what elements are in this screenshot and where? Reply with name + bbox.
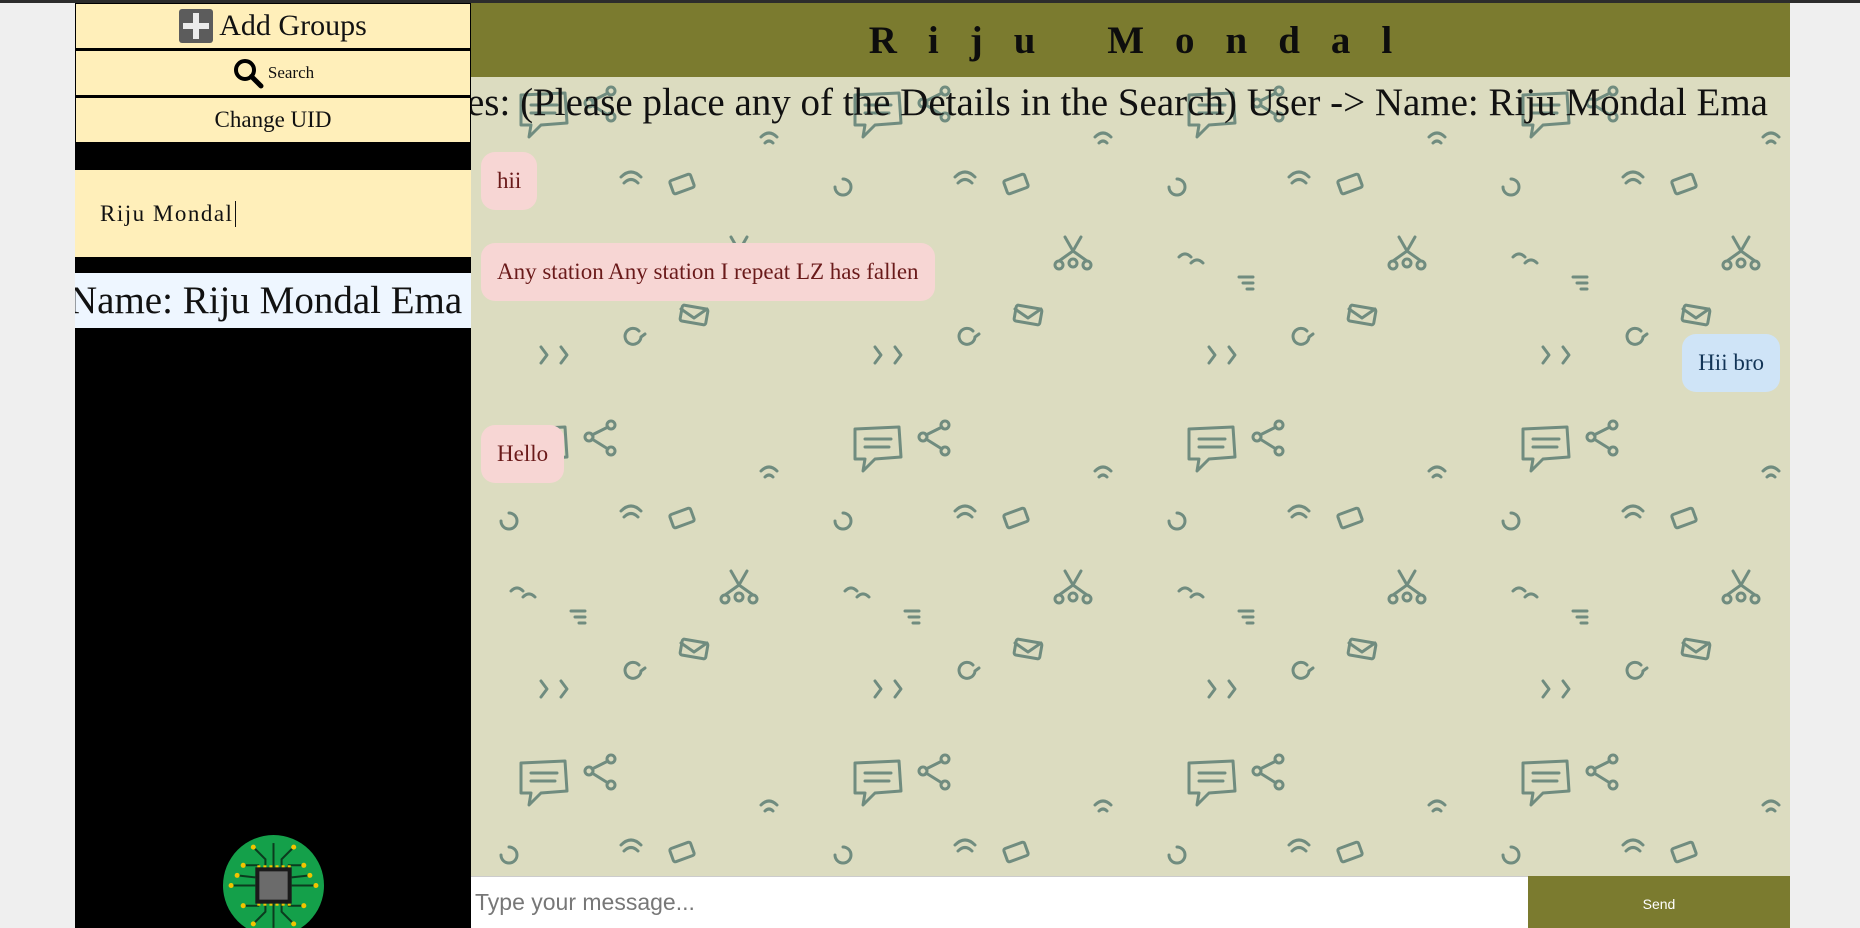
user-details-text: Name: Riju Mondal Ema xyxy=(75,279,463,322)
sidebar: Add Groups Search Change UID Riju Mondal… xyxy=(75,3,471,928)
search-hint-text: es: (Please place any of the Details in … xyxy=(471,81,1768,124)
send-button[interactable]: Send xyxy=(1528,876,1790,928)
current-user-name: Riju Mondal xyxy=(100,200,234,226)
plus-icon xyxy=(179,9,214,43)
chat-panel: Riju Mondal es: (Please place any of the… xyxy=(471,3,1790,928)
chat-title: Riju Mondal xyxy=(868,18,1424,62)
current-user-field[interactable]: Riju Mondal xyxy=(75,170,471,257)
search-hint-marquee: es: (Please place any of the Details in … xyxy=(471,77,1790,129)
search-icon xyxy=(233,59,264,89)
circuit-chip-logo xyxy=(223,835,324,928)
right-gutter xyxy=(1790,3,1860,928)
add-groups-label: Add Groups xyxy=(219,9,367,42)
chat-background xyxy=(471,77,1790,876)
change-uid-label: Change UID xyxy=(214,107,332,132)
change-uid-button[interactable]: Change UID xyxy=(75,97,471,143)
add-groups-button[interactable]: Add Groups xyxy=(75,3,471,49)
message-bubble-incoming: Any station Any station I repeat LZ has … xyxy=(481,243,935,301)
message-bubble-incoming: Hello xyxy=(481,425,565,483)
user-details-strip: Name: Riju Mondal Ema xyxy=(75,273,471,328)
message-bubble-incoming: hii xyxy=(481,152,538,210)
chat-header: Riju Mondal xyxy=(471,3,1790,77)
search-button[interactable]: Search xyxy=(75,50,471,96)
message-input[interactable] xyxy=(471,876,1528,928)
message-bubble-outgoing: Hii bro xyxy=(1682,334,1780,392)
text-caret xyxy=(235,200,237,227)
search-label: Search xyxy=(267,63,315,82)
message-composer: Send xyxy=(471,876,1790,928)
